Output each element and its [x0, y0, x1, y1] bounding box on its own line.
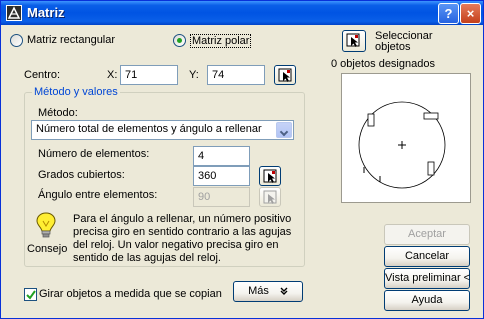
- pick-angle-icon: [263, 169, 277, 183]
- more-button[interactable]: Más: [233, 281, 303, 302]
- select-objects-label-2: objetos: [375, 41, 411, 53]
- center-label: Centro:: [24, 69, 61, 81]
- double-chevron-down-icon: [280, 287, 288, 296]
- pick-angle-fill-button[interactable]: [259, 166, 281, 186]
- rotate-objects-checkbox[interactable]: [24, 288, 37, 301]
- center-x-label: X:: [107, 69, 118, 81]
- angle-between-input: 90: [193, 187, 250, 207]
- method-dropdown[interactable]: Número total de elementos y ángulo a rel…: [31, 120, 294, 140]
- title-bar[interactable]: Matriz ? ×: [1, 1, 483, 25]
- window-title: Matriz: [27, 5, 65, 20]
- array-dialog: Matriz ? × Matriz rectangular Matriz pol…: [0, 0, 484, 319]
- num-items-input[interactable]: 4: [193, 146, 250, 166]
- angle-fill-input[interactable]: 360: [193, 166, 250, 186]
- method-label: Método:: [38, 107, 78, 119]
- num-items-label: Número de elementos:: [38, 148, 150, 160]
- pick-point-icon: [278, 68, 292, 82]
- more-button-label: Más: [248, 285, 269, 297]
- method-values-legend: Método y valores: [32, 86, 120, 98]
- close-icon[interactable]: ×: [460, 3, 481, 24]
- checkmark-icon: [26, 290, 36, 300]
- array-preview: [341, 73, 471, 203]
- center-y-input[interactable]: 74: [207, 65, 265, 85]
- pick-angle-between-button: [259, 187, 281, 207]
- select-objects-icon: [346, 33, 360, 47]
- help-button[interactable]: Ayuda: [384, 290, 470, 311]
- polar-array-preview-drawing: [358, 101, 446, 189]
- cancel-button[interactable]: Cancelar: [384, 246, 470, 267]
- lightbulb-icon: [36, 212, 56, 238]
- center-x-input[interactable]: 71: [120, 65, 178, 85]
- autocad-app-icon: [6, 5, 22, 21]
- objects-selected-count: 0 objetos designados: [331, 58, 435, 70]
- pick-center-button[interactable]: [274, 65, 296, 85]
- center-y-label: Y:: [189, 69, 199, 81]
- angle-between-label: Ángulo entre elementos:: [38, 189, 158, 201]
- pick-angle-disabled-icon: [263, 190, 277, 204]
- chevron-down-icon[interactable]: [276, 122, 292, 138]
- rectangular-array-radio[interactable]: [10, 34, 23, 47]
- rectangular-array-label: Matriz rectangular: [27, 34, 116, 46]
- polar-array-label: Matriz polar: [190, 34, 252, 48]
- preview-button[interactable]: Vista preliminar <: [384, 268, 470, 289]
- tip-text: Para el ángulo a rellenar, un número pos…: [73, 213, 292, 264]
- method-dropdown-value: Número total de elementos y ángulo a rel…: [36, 123, 262, 135]
- rotate-objects-label: Girar objetos a medida que se copian: [39, 288, 222, 300]
- tip-label: Consejo: [27, 243, 68, 255]
- polar-array-radio[interactable]: [173, 34, 186, 47]
- help-icon[interactable]: ?: [438, 3, 459, 24]
- select-objects-button[interactable]: [342, 30, 366, 52]
- ok-button[interactable]: Aceptar: [384, 224, 470, 245]
- angle-fill-label: Grados cubiertos:: [38, 169, 125, 181]
